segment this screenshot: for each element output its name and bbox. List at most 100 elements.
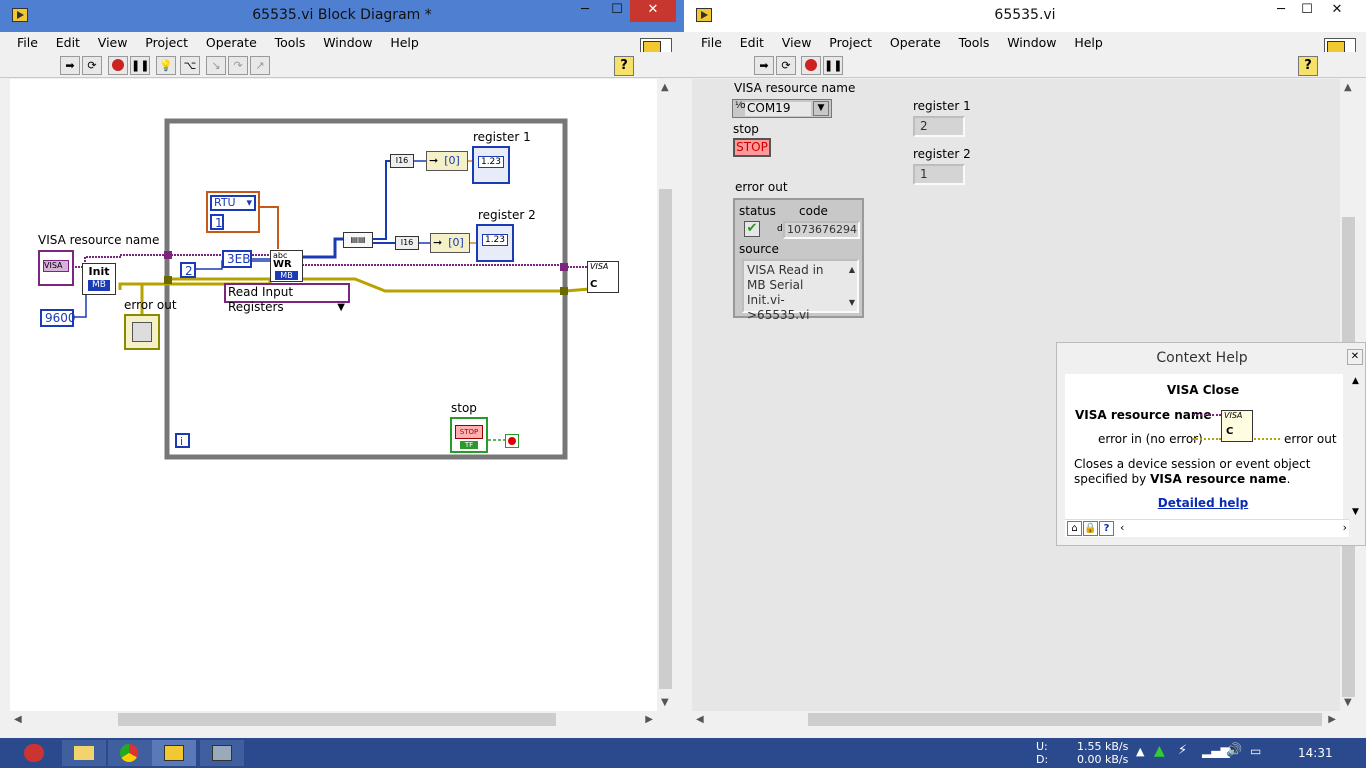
- scroll-right-icon[interactable]: ›: [1343, 521, 1347, 534]
- pause-icon[interactable]: ❚❚: [130, 56, 150, 75]
- rtu-address-constant[interactable]: 1: [210, 214, 224, 230]
- scroll-up-icon[interactable]: ▲: [1344, 82, 1352, 93]
- step-over-icon[interactable]: ↷: [228, 56, 248, 75]
- menu-view[interactable]: View: [775, 32, 819, 53]
- index-array-node-1[interactable]: ➞ [0]: [426, 151, 468, 171]
- step-out-icon[interactable]: ↗: [250, 56, 270, 75]
- retain-wire-values-icon[interactable]: ⌥: [180, 56, 200, 75]
- error-out-indicator[interactable]: [124, 314, 160, 350]
- unbundle-node[interactable]: ▤▤: [343, 232, 373, 248]
- highlight-execution-icon[interactable]: 💡: [156, 56, 176, 75]
- maximize-button[interactable]: ☐: [600, 0, 634, 22]
- register2-indicator[interactable]: 1.23: [476, 224, 514, 262]
- scroll-right-icon[interactable]: ▶: [1328, 714, 1336, 725]
- scroll-thumb[interactable]: [659, 189, 672, 689]
- visa-close-node[interactable]: VISA C: [587, 261, 619, 293]
- volume-icon[interactable]: 🔊: [1226, 743, 1242, 758]
- type-cast-node-2[interactable]: I16: [395, 236, 419, 250]
- scroll-left-icon[interactable]: ‹: [1120, 521, 1124, 534]
- scroll-down-icon[interactable]: ▼: [661, 697, 669, 708]
- hex-constant-3eb[interactable]: 3EB: [222, 250, 252, 268]
- step-into-icon[interactable]: ↘: [206, 56, 226, 75]
- rtu-cluster-constant[interactable]: RTU ▾ 1: [206, 191, 260, 233]
- diagram-canvas[interactable]: VISA resource name VISA Init MB 9600 err…: [10, 79, 657, 711]
- menu-tools[interactable]: Tools: [268, 32, 313, 53]
- run-continuously-icon[interactable]: ⟳: [82, 56, 102, 75]
- abort-icon[interactable]: [801, 56, 821, 75]
- loop-condition-icon[interactable]: [505, 434, 519, 448]
- power-icon[interactable]: ⚡: [1178, 743, 1187, 758]
- panel-titlebar[interactable]: 65535.vi ─ ☐ ✕: [684, 0, 1366, 32]
- maximize-button[interactable]: ☐: [1290, 0, 1324, 22]
- detailed-help-link[interactable]: Detailed help: [1065, 496, 1341, 510]
- battery-icon[interactable]: ▭: [1250, 744, 1261, 758]
- scroll-down-icon[interactable]: ▼: [1352, 507, 1359, 517]
- diagram-titlebar[interactable]: 65535.vi Block Diagram * ─ ☐ ✕: [0, 0, 684, 32]
- function-code-ring[interactable]: Read Input Registers ▼: [224, 283, 350, 314]
- help-icon[interactable]: ?: [1099, 521, 1114, 536]
- show-optional-icon[interactable]: ⌂: [1067, 521, 1082, 536]
- menu-file[interactable]: File: [10, 32, 45, 53]
- menu-project[interactable]: Project: [822, 32, 879, 53]
- abort-icon[interactable]: [108, 56, 128, 75]
- menu-edit[interactable]: Edit: [733, 32, 771, 53]
- rtu-enum[interactable]: RTU ▾: [210, 195, 256, 211]
- index-array-node-2[interactable]: ➞ [0]: [430, 233, 470, 253]
- menu-file[interactable]: File: [694, 32, 729, 53]
- type-cast-node-1[interactable]: I16: [390, 154, 414, 168]
- scroll-up-icon[interactable]: ▲: [1352, 376, 1359, 386]
- stop-terminal[interactable]: STOP TF: [450, 417, 488, 453]
- menu-project[interactable]: Project: [138, 32, 195, 53]
- context-help-icon[interactable]: ?: [1298, 56, 1318, 76]
- labview-taskbar-icon-2[interactable]: [200, 740, 244, 766]
- context-help-icon[interactable]: ?: [614, 56, 634, 76]
- chrome-icon[interactable]: [108, 740, 152, 766]
- close-icon[interactable]: ✕: [1347, 349, 1363, 365]
- modbus-read-node[interactable]: abc WR MB: [270, 250, 303, 282]
- close-button[interactable]: ✕: [630, 0, 676, 22]
- pause-icon[interactable]: ❚❚: [823, 56, 843, 75]
- menu-view[interactable]: View: [91, 32, 135, 53]
- scroll-up-icon[interactable]: ▲: [661, 82, 669, 93]
- menu-edit[interactable]: Edit: [49, 32, 87, 53]
- numeric-constant-2[interactable]: 2: [180, 262, 196, 278]
- stop-button[interactable]: STOP: [733, 138, 771, 157]
- modbus-init-node[interactable]: Init MB: [82, 263, 116, 295]
- panel-horizontal-scrollbar[interactable]: ◀ ▶: [692, 711, 1340, 728]
- dropdown-arrow-icon[interactable]: ▼: [813, 101, 829, 116]
- scroll-left-icon[interactable]: ◀: [14, 714, 22, 725]
- visa-resource-terminal[interactable]: VISA: [38, 250, 74, 286]
- menu-window[interactable]: Window: [316, 32, 379, 53]
- show-hidden-icons[interactable]: ▲: [1136, 745, 1144, 758]
- run-icon[interactable]: ➡: [60, 56, 80, 75]
- minimize-button[interactable]: ─: [568, 0, 602, 22]
- file-explorer-icon[interactable]: [62, 740, 106, 766]
- clock[interactable]: 14:31: [1298, 746, 1333, 760]
- scroll-thumb[interactable]: [808, 713, 1322, 726]
- close-button[interactable]: ✕: [1320, 0, 1354, 22]
- menu-operate[interactable]: Operate: [199, 32, 264, 53]
- baud-rate-constant[interactable]: 9600: [40, 309, 76, 327]
- diagram-horizontal-scrollbar[interactable]: ◀ ▶: [10, 711, 657, 728]
- menu-help[interactable]: Help: [1067, 32, 1110, 53]
- visa-resource-control[interactable]: ⅟o COM19 ▼: [732, 99, 832, 118]
- run-icon[interactable]: ➡: [754, 56, 774, 75]
- diagram-vertical-scrollbar[interactable]: ▲ ▼: [657, 79, 674, 711]
- scroll-thumb[interactable]: [118, 713, 556, 726]
- source-indicator[interactable]: VISA Read in MB Serial Init.vi->65535.vi…: [742, 259, 859, 322]
- app-launcher-icon[interactable]: [16, 740, 60, 766]
- scroll-up-icon[interactable]: ▲: [849, 262, 855, 277]
- lock-icon[interactable]: 🔒: [1083, 521, 1098, 536]
- labview-taskbar-icon[interactable]: [152, 740, 196, 766]
- context-help-vscroll[interactable]: ▲ ▼: [1349, 374, 1365, 519]
- run-continuously-icon[interactable]: ⟳: [776, 56, 796, 75]
- menu-tools[interactable]: Tools: [952, 32, 997, 53]
- scroll-down-icon[interactable]: ▼: [1344, 697, 1352, 708]
- menu-window[interactable]: Window: [1000, 32, 1063, 53]
- menu-help[interactable]: Help: [383, 32, 426, 53]
- network-status-icon[interactable]: ▲: [1154, 743, 1165, 759]
- register1-indicator[interactable]: 1.23: [472, 146, 510, 184]
- scroll-right-icon[interactable]: ▶: [645, 714, 653, 725]
- scroll-left-icon[interactable]: ◀: [696, 714, 704, 725]
- scroll-down-icon[interactable]: ▼: [849, 295, 855, 310]
